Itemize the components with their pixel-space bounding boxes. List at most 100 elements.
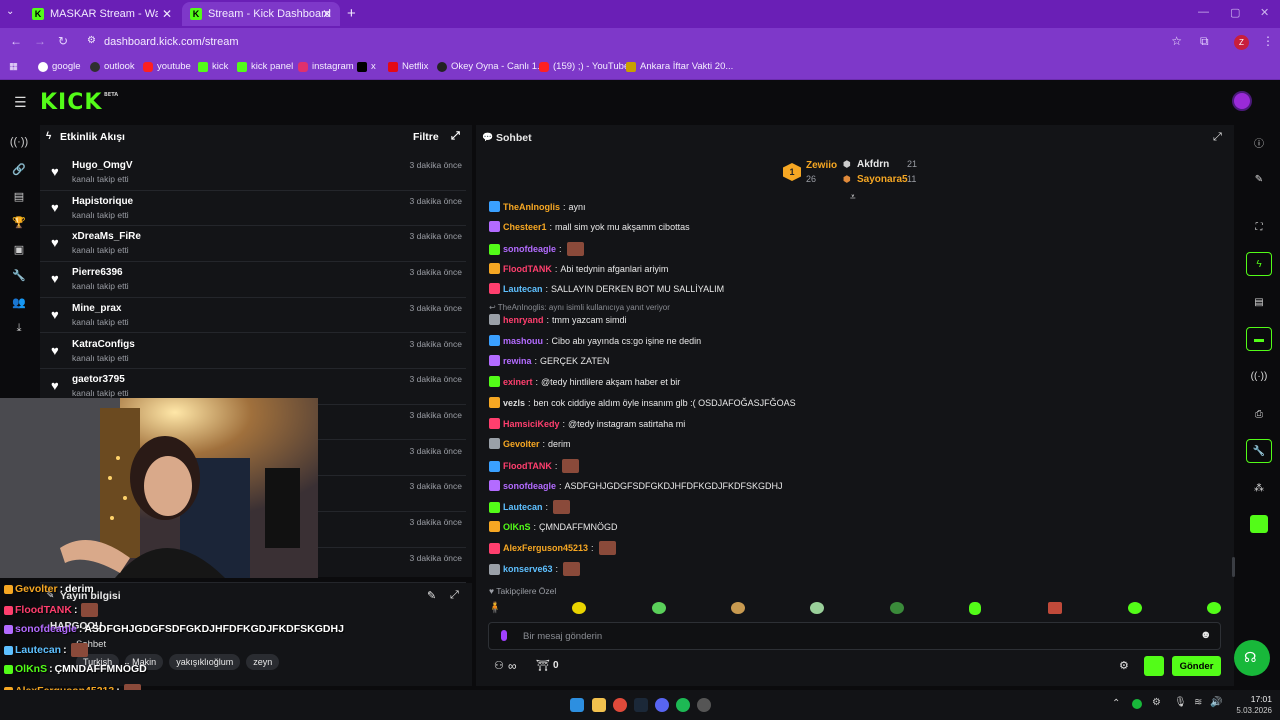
file-explorer-icon[interactable]	[592, 698, 606, 712]
bookmark-outlook[interactable]: outlook	[90, 61, 135, 72]
clock-time[interactable]: 17:01	[1236, 694, 1272, 704]
popout-icon[interactable]: ⤢	[1213, 131, 1222, 144]
tab-kick-dashboard[interactable]: K Stream - Kick Dashboard ✕	[182, 2, 340, 26]
event-username[interactable]: xDreaMs_FiRe	[72, 231, 141, 242]
event-item[interactable]: ♥ Hapistorique kanalı takip etti 3 dakika ö…	[40, 191, 466, 227]
emote-icon[interactable]: 🧍	[488, 601, 502, 614]
chat-username[interactable]: TheAnInoglis	[503, 202, 560, 212]
users-icon[interactable]: 👥	[12, 295, 26, 309]
maximize-icon[interactable]: ▢	[1230, 6, 1240, 19]
close-tab-icon[interactable]: ✕	[162, 7, 172, 21]
broadcast-icon[interactable]: ((·))	[1246, 364, 1272, 388]
pen-icon[interactable]: ✎	[1246, 167, 1272, 191]
chat-username[interactable]: rewina	[503, 356, 532, 366]
chat-username[interactable]: konserve63	[503, 564, 553, 574]
chart-icon[interactable]: ▤	[12, 189, 26, 203]
chat-username[interactable]: Gevolter	[503, 439, 540, 449]
bookmark-kick-panel[interactable]: kick panel	[237, 61, 293, 72]
bookmark-x[interactable]: x	[357, 61, 376, 72]
leaderboard-name[interactable]: Zewiio	[806, 160, 837, 171]
bookmark-kick[interactable]: kick	[198, 61, 228, 72]
leaderboard-name[interactable]: Sayonara5	[857, 174, 908, 185]
event-username[interactable]: Hapistorique	[72, 196, 133, 207]
kick-app-icon[interactable]	[1246, 512, 1272, 536]
spotify-icon[interactable]	[676, 698, 690, 712]
bookmark-google[interactable]: google	[38, 61, 81, 72]
emote-icon[interactable]	[810, 602, 824, 614]
forward-icon[interactable]: →	[34, 34, 46, 48]
chat-username[interactable]: sonofdeagle	[503, 244, 556, 254]
bookmark-youtube-2[interactable]: (159) ;) - YouTube	[539, 61, 629, 72]
event-username[interactable]: Hugo_OmgV	[72, 160, 133, 171]
address-bar[interactable]: ⚙ dashboard.kick.com/stream ☆	[80, 31, 1190, 53]
leaderboard-name[interactable]: Akfdrn	[857, 159, 889, 170]
app-icon[interactable]	[697, 698, 711, 712]
kick-logo[interactable]: KICK BETA	[40, 90, 118, 115]
tag[interactable]: zeyn	[246, 654, 280, 670]
emote-icon[interactable]	[572, 602, 586, 614]
tab-maskar[interactable]: K MASKAR Stream - Watch Live o ✕	[24, 2, 180, 26]
settings-gear-icon[interactable]: ⚙	[1119, 659, 1129, 672]
chat-username[interactable]: Lautecan	[503, 502, 543, 512]
event-username[interactable]: gaetor3795	[72, 374, 125, 385]
clock-date[interactable]: 5.03.2026	[1228, 706, 1272, 715]
clip-icon[interactable]: ⛶	[1246, 215, 1272, 239]
chat-username[interactable]: exinert	[503, 377, 533, 387]
chat-scrollbar[interactable]	[1232, 557, 1235, 577]
bookmark-instagram[interactable]: instagram	[298, 61, 354, 72]
bookmark-star-icon[interactable]: ☆	[1171, 34, 1182, 48]
window-close-icon[interactable]: ✕	[1260, 6, 1269, 19]
emote-icon[interactable]	[731, 602, 745, 614]
wifi-icon[interactable]: ≋	[1194, 697, 1202, 708]
chat-username[interactable]: vezls	[503, 398, 525, 408]
event-item[interactable]: ♥ KatraConfigs kanalı takip etti 3 dakika ö…	[40, 334, 466, 369]
event-username[interactable]: Mine_prax	[72, 303, 121, 314]
tray-status-icon[interactable]	[1132, 699, 1142, 709]
event-username[interactable]: Pierre6396	[72, 267, 123, 278]
steam-icon[interactable]	[634, 698, 648, 712]
chat-username[interactable]: OlKnS	[503, 522, 531, 532]
emote-icon[interactable]	[890, 602, 904, 614]
chat-username[interactable]: mashouu	[503, 336, 543, 346]
wrench-icon[interactable]: 🔧	[12, 268, 26, 282]
popout-icon[interactable]: ⤢	[451, 130, 460, 143]
collapse-leaderboard-icon[interactable]: ⩡	[850, 192, 856, 203]
link-icon[interactable]: 🔗	[12, 162, 26, 176]
chat-username[interactable]: henryand	[503, 315, 544, 325]
extensions-icon[interactable]: ⧉	[1200, 34, 1209, 49]
site-info-icon[interactable]: ⚙	[87, 35, 96, 46]
chat-input[interactable]: Bir mesaj gönderin ☻	[488, 622, 1221, 650]
emoji-icon[interactable]: ☻	[1200, 629, 1212, 641]
steam-tray-icon[interactable]: ⚙	[1152, 697, 1161, 708]
network-icon[interactable]: ⁂	[1246, 476, 1272, 500]
info-icon[interactable]: ⓘ	[1246, 130, 1272, 154]
emote-icon[interactable]	[1128, 602, 1142, 614]
apps-grid-icon[interactable]: ▦	[9, 61, 18, 72]
chat-username[interactable]: AlexFerguson45213	[503, 543, 588, 553]
gift-icon[interactable]: ⛩	[536, 659, 550, 672]
event-item[interactable]: ♥ Mine_prax kanalı takip etti 3 dakika önce	[40, 298, 466, 334]
chat-username[interactable]: HamsiciKedy	[503, 419, 560, 429]
chat-username[interactable]: Lautecan	[503, 284, 543, 294]
printer-icon[interactable]: ⎙	[1246, 402, 1272, 426]
chat-username[interactable]: FloodTANK	[503, 264, 552, 274]
emote-icon[interactable]	[652, 602, 666, 614]
start-icon[interactable]	[570, 698, 584, 712]
close-tab-icon[interactable]: ✕	[322, 7, 332, 21]
menu-dots-icon[interactable]: ⋮	[1262, 34, 1274, 48]
back-icon[interactable]: ←	[10, 34, 22, 48]
emote-icon[interactable]	[1207, 602, 1221, 614]
event-item[interactable]: ♥ xDreaMs_FiRe kanalı takip etti 3 dakika ö…	[40, 226, 466, 262]
emote-icon[interactable]	[969, 602, 981, 615]
bookmark-netflix[interactable]: Netflix	[388, 61, 428, 72]
tray-arrow-icon[interactable]: ⌃	[1112, 698, 1120, 709]
emote-icon[interactable]	[1048, 602, 1062, 614]
chat-username[interactable]: Chesteer1	[503, 222, 547, 232]
new-tab-icon[interactable]: +	[347, 5, 356, 22]
hamburger-menu-icon[interactable]: ☰	[14, 94, 27, 111]
document-icon[interactable]: ▤	[1246, 290, 1272, 314]
bookmark-okey[interactable]: Okey Oyna - Canlı 1...	[437, 61, 545, 72]
lightning-icon[interactable]: ϟ	[1246, 252, 1272, 276]
event-item[interactable]: ♥ Pierre6396 kanalı takip etti 3 dakika önc…	[40, 262, 466, 298]
chrome-icon[interactable]	[613, 698, 627, 712]
